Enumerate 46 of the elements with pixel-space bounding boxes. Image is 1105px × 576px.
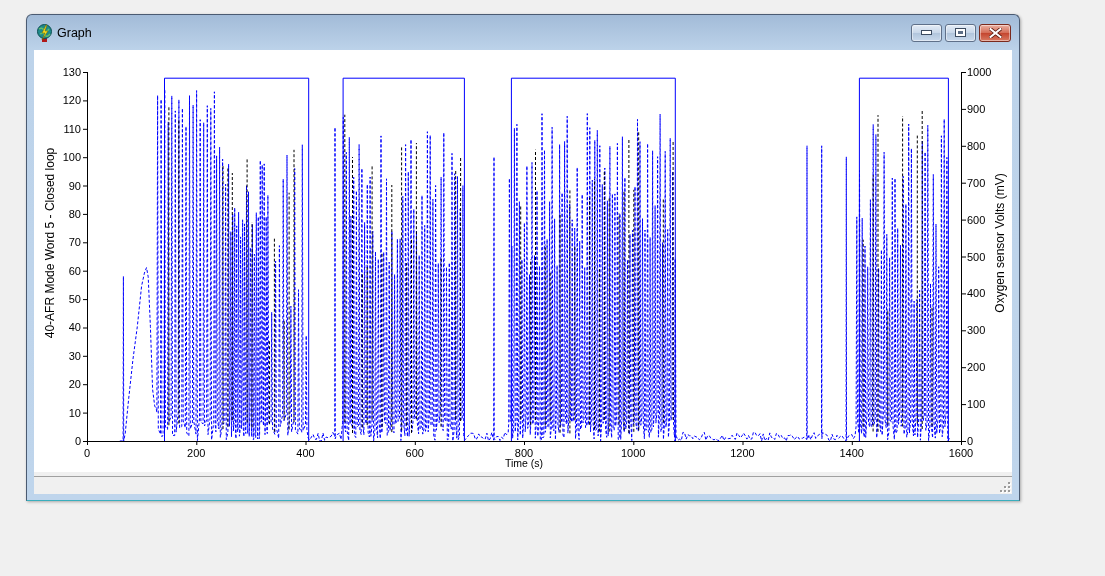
tick-label: 0 (74, 435, 81, 447)
maximize-button[interactable] (945, 23, 976, 42)
tick-label: 10 (68, 406, 81, 419)
tick-label: 400 (967, 287, 986, 300)
axis-title: 40-AFR Mode Word 5 - Closed loop (43, 147, 57, 339)
tick-label: 20 (68, 378, 81, 391)
resize-grip-icon[interactable] (999, 481, 1011, 493)
tick-label: 1000 (967, 66, 992, 78)
window-title: Graph (57, 25, 92, 40)
tick-label: 900 (967, 102, 986, 115)
tick-label: 70 (68, 236, 81, 249)
tick-label: 110 (63, 122, 81, 135)
tick-label: 120 (62, 94, 81, 107)
tick-label: 500 (967, 250, 986, 263)
tick-label: 0 (83, 447, 91, 459)
minimize-icon (921, 30, 932, 35)
close-button[interactable] (979, 23, 1011, 42)
tick-label: 100 (967, 398, 986, 411)
tick-label: 80 (68, 207, 81, 220)
tick-label: 90 (68, 179, 81, 192)
close-icon (988, 27, 1002, 38)
tick-label: 600 (405, 447, 424, 459)
tick-label: 1200 (730, 447, 755, 459)
tick-label: 50 (68, 293, 81, 306)
tick-label: 400 (296, 447, 315, 459)
minimize-button[interactable] (911, 23, 942, 42)
tick-label: 130 (62, 66, 81, 78)
tick-label: 200 (967, 361, 986, 374)
tick-label: 600 (967, 213, 986, 226)
tick-label: 40 (68, 321, 81, 334)
tick-label: 60 (68, 264, 81, 277)
globe-icon[interactable] (36, 23, 53, 42)
tick-label: 800 (514, 447, 534, 459)
tick-label: 300 (967, 324, 986, 337)
tick-label: 1000 (621, 447, 646, 459)
tick-label: 30 (68, 349, 81, 362)
maximize-icon (955, 28, 966, 37)
tick-label: 1400 (839, 447, 864, 459)
tick-label: 200 (187, 447, 206, 459)
tick-label: 100 (62, 151, 81, 164)
tick-label: 0 (967, 435, 974, 447)
axis-title: Oxygen sensor Volts (mV) (993, 173, 1007, 313)
tick-label: 800 (967, 139, 986, 152)
tick-label: 700 (967, 176, 986, 189)
axis-title: Time (s) (504, 457, 544, 469)
tick-label: 1600 (948, 447, 974, 459)
